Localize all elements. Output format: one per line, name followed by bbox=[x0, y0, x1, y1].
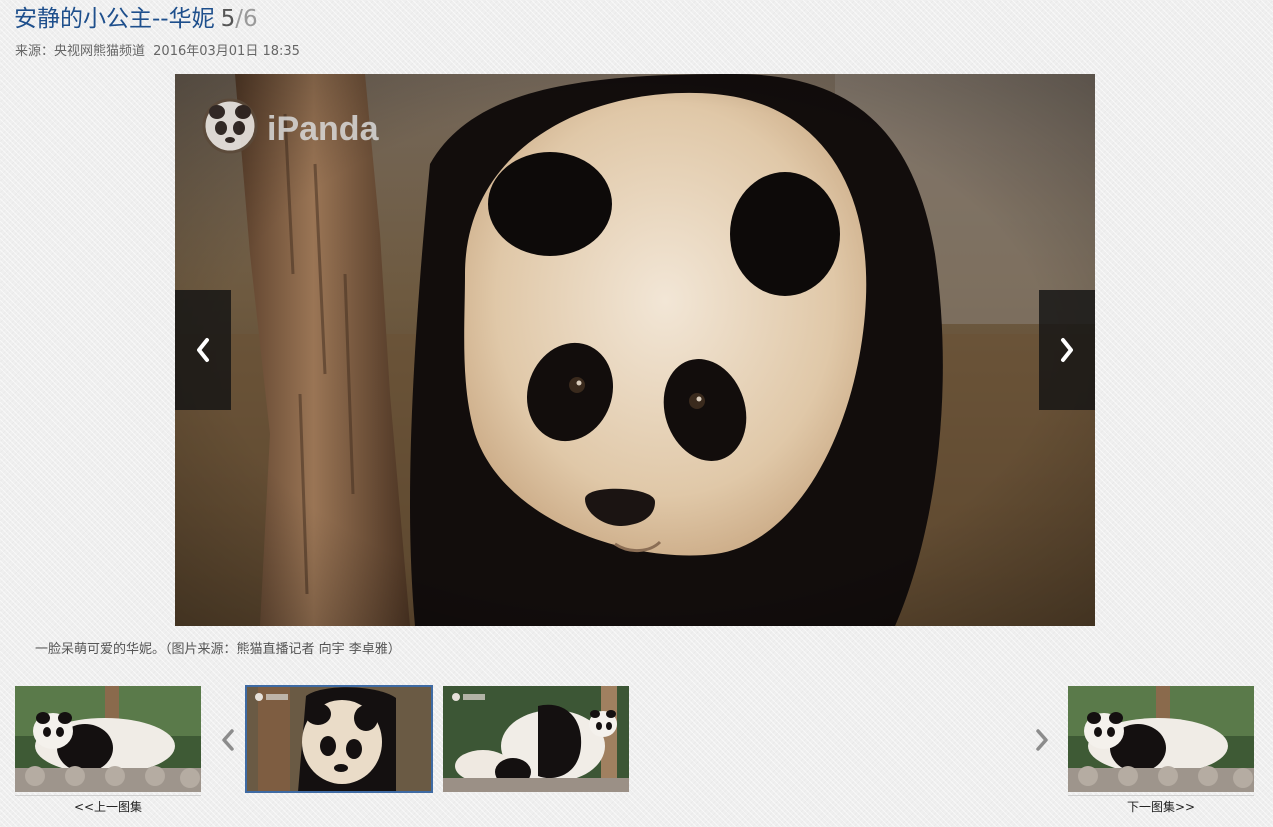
thumbnail-image bbox=[443, 686, 629, 792]
source-text: 来源：央视网熊猫频道 bbox=[15, 44, 146, 59]
gallery-title: 安静的小公主--华妮 5/6 bbox=[14, 3, 258, 35]
chevron-left-icon bbox=[222, 729, 234, 751]
photo-thumbnail-active[interactable] bbox=[245, 685, 433, 793]
chevron-right-icon bbox=[1061, 338, 1073, 362]
photo-caption: 一脸呆萌可爱的华妮。（图片来源：熊猫直播记者 向宇 李卓雅） bbox=[35, 642, 401, 657]
gallery-meta: 来源：央视网熊猫频道 2016年03月01日 18:35 bbox=[15, 43, 300, 61]
gallery-title-text: 安静的小公主--华妮 bbox=[14, 6, 215, 32]
watermark-text: iPanda bbox=[267, 110, 380, 148]
thumb-strip-next-button[interactable] bbox=[1031, 722, 1053, 758]
photo-current-index: 5 bbox=[220, 6, 236, 32]
chevron-left-icon bbox=[197, 338, 209, 362]
main-photo-viewer: iPanda bbox=[175, 74, 1095, 626]
main-photo: iPanda bbox=[175, 74, 1095, 626]
photo-total-count: /6 bbox=[235, 6, 258, 32]
thumbnail-image bbox=[246, 686, 432, 792]
next-gallery-link[interactable]: 下一图集>> bbox=[1068, 795, 1254, 815]
next-photo-button[interactable] bbox=[1039, 290, 1095, 410]
next-gallery-thumbnail[interactable] bbox=[1068, 686, 1254, 792]
thumbnail-image bbox=[15, 686, 201, 792]
prev-gallery-link[interactable]: <<上一图集 bbox=[15, 795, 201, 815]
prev-gallery-thumbnail[interactable] bbox=[15, 686, 201, 792]
photo-thumbnail[interactable] bbox=[443, 686, 629, 792]
thumb-strip-prev-button[interactable] bbox=[217, 722, 239, 758]
chevron-right-icon bbox=[1036, 729, 1048, 751]
prev-photo-button[interactable] bbox=[175, 290, 231, 410]
thumbnail-image bbox=[1068, 686, 1254, 792]
publish-datetime: 2016年03月01日 18:35 bbox=[153, 44, 300, 59]
